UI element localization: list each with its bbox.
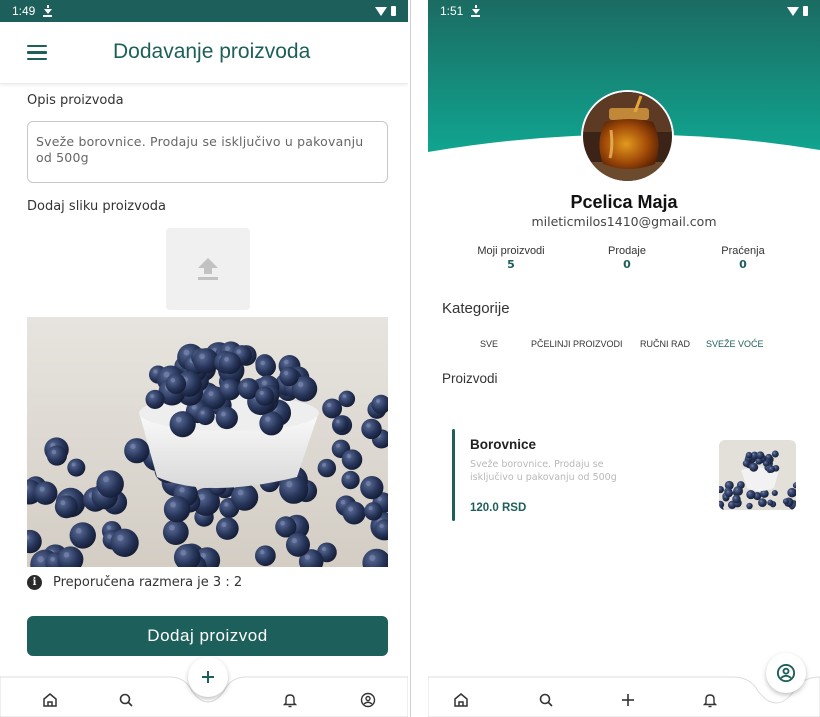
stat-value: 0 <box>623 258 631 271</box>
blueberries-photo <box>27 317 388 567</box>
screen-divider <box>410 0 411 717</box>
nav-home[interactable] <box>448 689 474 711</box>
categories-title: Kategorije <box>442 300 510 317</box>
ratio-hint-text: Preporučena razmera je 3 : 2 <box>53 575 243 590</box>
profile-icon <box>360 692 376 708</box>
profile-name: Pcelica Maja <box>570 192 678 212</box>
nav-add[interactable] <box>188 657 228 697</box>
home-icon <box>454 693 468 707</box>
plus-icon <box>202 671 214 683</box>
product-image-preview <box>27 317 388 567</box>
stat-value: 0 <box>739 258 747 271</box>
status-bar: 1:51 <box>428 0 820 22</box>
avatar[interactable] <box>581 90 674 183</box>
description-input[interactable]: Sveže borovnice. Prodaju se isključivo u… <box>27 121 388 183</box>
bell-icon <box>702 694 718 708</box>
ratio-hint: i Preporučena razmera je 3 : 2 <box>27 575 242 590</box>
add-product-button[interactable]: Dodaj proizvod <box>27 616 388 656</box>
bottom-navigation <box>0 657 408 717</box>
home-icon <box>43 693 57 707</box>
category-chip-all[interactable]: SVE <box>480 339 498 349</box>
profile-icon <box>776 663 796 683</box>
stat-sales[interactable]: Prodaje 0 <box>572 245 682 271</box>
profile-email: mileticmilos1410@gmail.com <box>531 214 717 229</box>
menu-icon[interactable] <box>27 44 47 61</box>
page-title: Dodavanje proizvoda <box>113 40 311 63</box>
description-label: Opis proizvoda <box>27 93 124 108</box>
nav-notifications[interactable] <box>697 689 723 711</box>
search-icon <box>539 693 553 707</box>
bell-icon <box>282 694 298 708</box>
nav-profile[interactable] <box>766 653 806 693</box>
stat-label: Praćenja <box>721 245 765 257</box>
product-thumbnail <box>719 440 796 510</box>
stat-follows[interactable]: Praćenja 0 <box>688 245 798 271</box>
upload-icon <box>198 258 218 280</box>
category-chip-handmade[interactable]: RUČNI RAD <box>640 339 690 349</box>
stat-label: Moji proizvodi <box>477 245 545 257</box>
search-icon <box>119 693 133 707</box>
product-name: Borovnice <box>470 437 537 452</box>
app-bar: Dodavanje proizvoda <box>0 22 408 84</box>
battery-icon <box>803 6 808 16</box>
upload-image-button[interactable] <box>166 228 250 310</box>
status-time: 1:49 <box>12 4 36 18</box>
category-chips: SVE PČELINJI PROIZVODI RUČNI RAD SVEŽE V… <box>428 339 820 353</box>
stat-products[interactable]: Moji proizvodi 5 <box>456 245 566 271</box>
category-chip-bee-products[interactable]: PČELINJI PROIZVODI <box>531 339 623 349</box>
nav-search[interactable] <box>113 689 139 711</box>
profile-screen: 1:51 Pcelica Maja mileticmilos1410@gmail… <box>428 0 820 717</box>
wifi-icon <box>375 6 387 16</box>
category-chip-fresh-fruit[interactable]: SVEŽE VOĆE <box>706 339 764 349</box>
plus-icon <box>622 694 634 706</box>
nav-search[interactable] <box>533 689 559 711</box>
download-icon <box>43 5 53 17</box>
status-time: 1:51 <box>440 4 464 18</box>
blueberries-thumbnail <box>719 440 796 510</box>
card-accent-bar <box>452 429 455 521</box>
info-icon: i <box>27 575 42 590</box>
status-bar: 1:49 <box>0 0 408 22</box>
product-price: 120.0 RSD <box>470 502 527 514</box>
product-card[interactable]: Borovnice Sveže borovnice. Prodaju se is… <box>452 429 800 521</box>
battery-icon <box>391 6 396 16</box>
add-product-screen: 1:49 Dodavanje proizvoda Opis proizvoda … <box>0 0 408 717</box>
nav-add[interactable] <box>615 689 641 711</box>
stat-value: 5 <box>507 258 515 271</box>
nav-notifications[interactable] <box>277 689 303 711</box>
products-title: Proizvodi <box>442 371 498 386</box>
honey-jar-photo <box>583 92 672 181</box>
stat-label: Prodaje <box>608 245 646 257</box>
product-description: Sveže borovnice. Prodaju se isključivo u… <box>470 459 617 483</box>
wifi-icon <box>787 6 799 16</box>
nav-home[interactable] <box>37 689 63 711</box>
image-label: Dodaj sliku proizvoda <box>27 199 166 214</box>
nav-profile[interactable] <box>355 689 381 711</box>
bottom-navigation <box>428 653 820 717</box>
download-icon <box>471 5 481 17</box>
